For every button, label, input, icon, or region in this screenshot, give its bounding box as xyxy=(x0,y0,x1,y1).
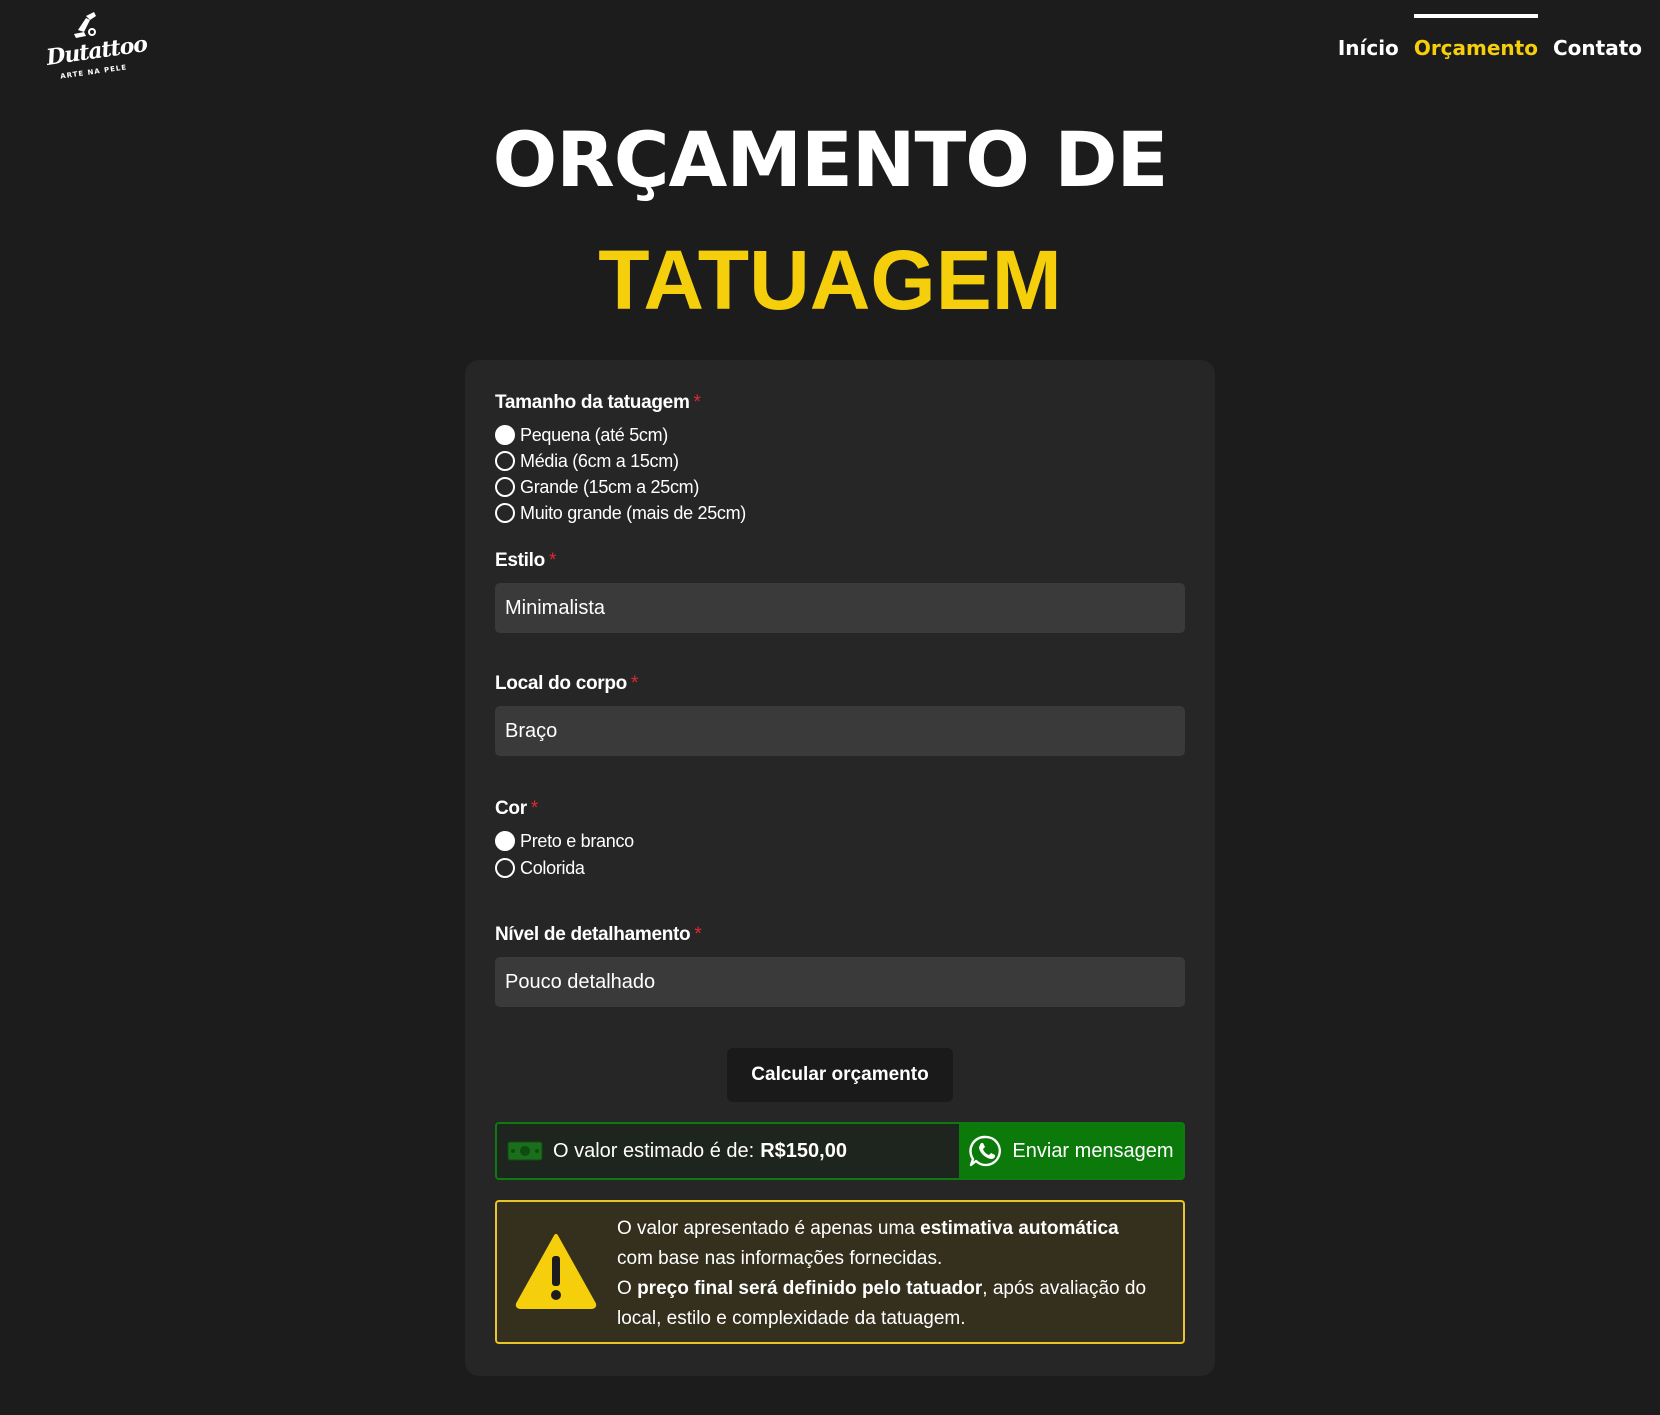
required-mark: * xyxy=(530,798,538,819)
main-nav: Início Orçamento Contato xyxy=(1338,14,1642,60)
size-label: Tamanho da tatuagem * xyxy=(495,392,701,414)
disclaimer-bold-1: estimativa automática xyxy=(920,1218,1119,1239)
radio-button[interactable] xyxy=(495,451,515,471)
color-option-label: Colorida xyxy=(520,857,585,878)
body-location-label-text: Local do corpo xyxy=(495,673,627,694)
disclaimer-bold-2: preço final será definido pelo tatuador xyxy=(637,1278,983,1299)
style-label: Estilo * xyxy=(495,550,556,572)
body-location-label: Local do corpo * xyxy=(495,673,638,695)
size-option-muito-grande[interactable]: Muito grande (mais de 25cm) xyxy=(495,500,746,526)
color-label-text: Cor xyxy=(495,798,527,819)
estimate-text-area: O valor estimado é de: R$150,00 xyxy=(497,1124,959,1178)
size-label-text: Tamanho da tatuagem xyxy=(495,392,690,413)
body-location-select-value: Braço xyxy=(505,719,558,742)
quote-form-card: Tamanho da tatuagem * Pequena (até 5cm) M… xyxy=(465,360,1215,1376)
money-icon xyxy=(507,1141,543,1161)
size-option-pequena[interactable]: Pequena (até 5cm) xyxy=(495,422,668,448)
estimate-disclaimer: O valor apresentado é apenas uma estimat… xyxy=(495,1200,1185,1344)
warning-icon xyxy=(515,1234,597,1309)
estimate-value: R$150,00 xyxy=(760,1139,847,1162)
page: Dutattoo ARTE NA PELE Início Orçamento C… xyxy=(0,0,1660,1415)
required-mark: * xyxy=(694,924,702,945)
estimate-text: O valor estimado é de: xyxy=(553,1139,755,1162)
size-option-label: Grande (15cm a 25cm) xyxy=(520,476,700,497)
send-whatsapp-button[interactable]: Enviar mensagem xyxy=(959,1124,1183,1178)
page-title-line1: ORÇAMENTO DE xyxy=(492,115,1169,204)
style-select-value: Minimalista xyxy=(505,596,606,619)
color-option-colorida[interactable]: Colorida xyxy=(495,855,585,881)
radio-button[interactable] xyxy=(495,503,515,523)
detail-select[interactable]: Pouco detalhado xyxy=(495,957,1185,1007)
disclaimer-text-2: com base nas informações fornecidas. xyxy=(617,1248,943,1269)
body-location-select[interactable]: Braço xyxy=(495,706,1185,756)
required-mark: * xyxy=(693,392,701,413)
disclaimer-text: O valor apresentado é apenas uma estimat… xyxy=(617,1214,1177,1334)
radio-button[interactable] xyxy=(495,477,515,497)
radio-button[interactable] xyxy=(495,831,515,851)
size-option-label: Média (6cm a 15cm) xyxy=(520,450,679,471)
required-mark: * xyxy=(630,673,639,694)
size-option-media[interactable]: Média (6cm a 15cm) xyxy=(495,448,679,474)
nav-item-contato[interactable]: Contato xyxy=(1553,14,1642,60)
size-option-label: Muito grande (mais de 25cm) xyxy=(520,502,746,523)
detail-select-value: Pouco detalhado xyxy=(505,970,656,993)
disclaimer-text-3: O xyxy=(617,1278,638,1299)
estimate-result: O valor estimado é de: R$150,00 Enviar m… xyxy=(495,1122,1185,1180)
detail-label: Nível de detalhamento * xyxy=(495,924,702,946)
color-label: Cor * xyxy=(495,798,538,820)
nav-item-inicio[interactable]: Início xyxy=(1338,14,1399,60)
size-option-label: Pequena (até 5cm) xyxy=(520,424,668,445)
style-select[interactable]: Minimalista xyxy=(495,583,1185,633)
disclaimer-text-1: O valor apresentado é apenas uma xyxy=(617,1218,921,1239)
size-option-grande[interactable]: Grande (15cm a 25cm) xyxy=(495,474,699,500)
whatsapp-icon xyxy=(969,1135,1002,1167)
page-title-line2: TATUAGEM xyxy=(598,233,1062,327)
radio-button[interactable] xyxy=(495,425,515,445)
detail-label-text: Nível de detalhamento xyxy=(495,924,691,945)
color-option-preto-branco[interactable]: Preto e branco xyxy=(495,828,634,854)
nav-item-orcamento[interactable]: Orçamento xyxy=(1413,14,1539,60)
radio-button[interactable] xyxy=(495,858,515,878)
required-mark: * xyxy=(548,550,557,571)
style-label-text: Estilo xyxy=(495,550,545,571)
color-option-label: Preto e branco xyxy=(520,830,634,851)
calculate-button[interactable]: Calcular orçamento xyxy=(727,1048,953,1102)
brand-logo[interactable]: Dutattoo ARTE NA PELE xyxy=(40,10,148,90)
send-whatsapp-label: Enviar mensagem xyxy=(1012,1139,1174,1162)
